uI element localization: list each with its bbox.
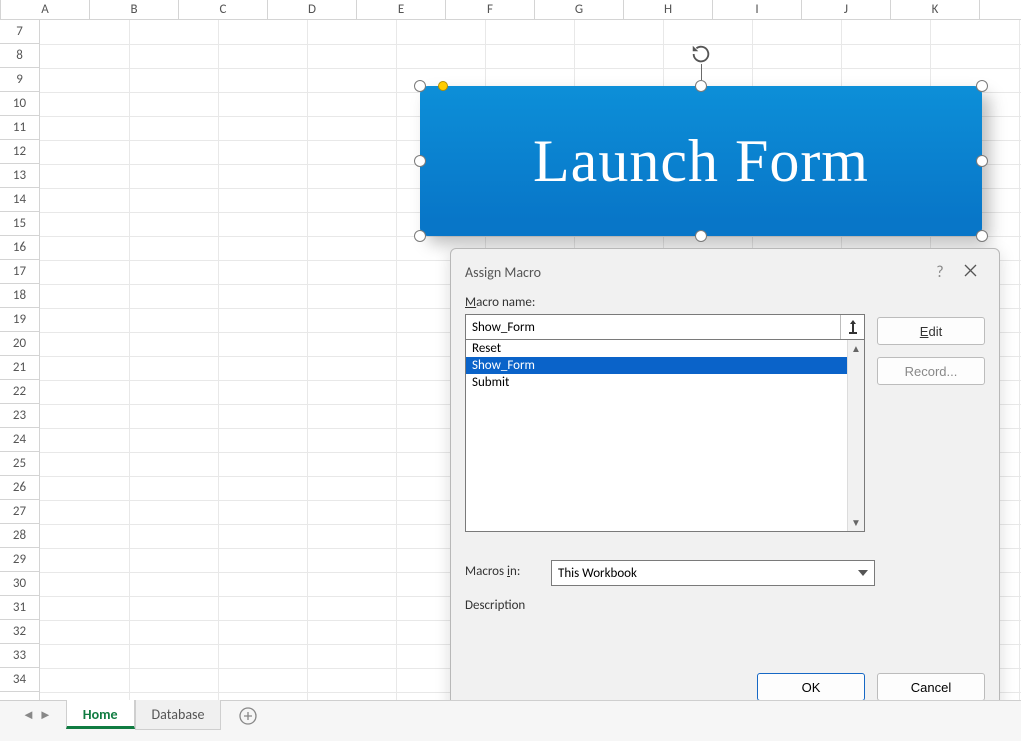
- row-header-14[interactable]: 14: [0, 188, 39, 212]
- macro-name-label: Macro name:: [465, 295, 865, 310]
- column-header-F[interactable]: F: [446, 0, 535, 19]
- scroll-up-icon[interactable]: ▲: [851, 340, 861, 357]
- resize-handle-w[interactable]: [414, 155, 426, 167]
- plus-circle-icon: [239, 707, 257, 725]
- row-header-25[interactable]: 25: [0, 452, 39, 476]
- record-button[interactable]: Record...: [877, 357, 985, 385]
- shape-label: Launch Form: [533, 127, 869, 196]
- row-header-12[interactable]: 12: [0, 140, 39, 164]
- macro-name-input[interactable]: [466, 315, 840, 339]
- row-header-32[interactable]: 32: [0, 620, 39, 644]
- column-header-D[interactable]: D: [268, 0, 357, 19]
- row-header-23[interactable]: 23: [0, 404, 39, 428]
- column-header-G[interactable]: G: [535, 0, 624, 19]
- resize-handle-se[interactable]: [976, 230, 988, 242]
- adjustment-handle[interactable]: [438, 81, 448, 91]
- row-header-24[interactable]: 24: [0, 428, 39, 452]
- ok-button[interactable]: OK: [757, 673, 865, 701]
- resize-handle-n[interactable]: [695, 80, 707, 92]
- column-headers: ABCDEFGHIJKL: [0, 0, 1021, 20]
- macros-in-label: Macros in:: [465, 564, 539, 579]
- row-header-26[interactable]: 26: [0, 476, 39, 500]
- row-header-10[interactable]: 10: [0, 92, 39, 116]
- macro-item-show_form[interactable]: Show_Form: [466, 357, 847, 374]
- row-header-8[interactable]: 8: [0, 44, 39, 68]
- edit-button[interactable]: Edit: [877, 317, 985, 345]
- macro-list-scrollbar[interactable]: ▲ ▼: [847, 340, 864, 531]
- rotate-handle[interactable]: [689, 42, 713, 66]
- row-header-7[interactable]: 7: [0, 20, 39, 44]
- chevron-down-icon: [858, 570, 868, 576]
- column-header-L[interactable]: L: [980, 0, 1021, 19]
- assign-macro-dialog: Assign Macro ? Macro name: Re: [450, 248, 1000, 716]
- row-header-16[interactable]: 16: [0, 236, 39, 260]
- macro-item-reset[interactable]: Reset: [466, 340, 847, 357]
- column-header-J[interactable]: J: [802, 0, 891, 19]
- column-header-I[interactable]: I: [713, 0, 802, 19]
- column-header-B[interactable]: B: [90, 0, 179, 19]
- new-sheet-button[interactable]: [233, 703, 263, 729]
- row-header-31[interactable]: 31: [0, 596, 39, 620]
- row-header-18[interactable]: 18: [0, 284, 39, 308]
- column-header-C[interactable]: C: [179, 0, 268, 19]
- row-header-17[interactable]: 17: [0, 260, 39, 284]
- help-button[interactable]: ?: [925, 263, 955, 282]
- column-header-H[interactable]: H: [624, 0, 713, 19]
- macro-list[interactable]: ResetShow_FormSubmit: [466, 340, 847, 531]
- close-button[interactable]: [955, 263, 985, 282]
- tab-nav-next[interactable]: ►: [39, 707, 52, 723]
- column-header-K[interactable]: K: [891, 0, 980, 19]
- resize-handle-nw[interactable]: [414, 80, 426, 92]
- sheet-tab-bar: ◄ ► HomeDatabase: [0, 700, 1021, 741]
- row-header-28[interactable]: 28: [0, 524, 39, 548]
- description-label: Description: [465, 598, 985, 613]
- row-header-21[interactable]: 21: [0, 356, 39, 380]
- row-header-13[interactable]: 13: [0, 164, 39, 188]
- launch-form-shape[interactable]: Launch Form: [420, 86, 982, 236]
- sheet-tab-database[interactable]: Database: [135, 700, 222, 730]
- cancel-button[interactable]: Cancel: [877, 673, 985, 701]
- row-header-19[interactable]: 19: [0, 308, 39, 332]
- resize-handle-e[interactable]: [976, 155, 988, 167]
- row-header-34[interactable]: 34: [0, 668, 39, 692]
- spreadsheet-grid[interactable]: Launch Form Assign Macro ? Macro na: [40, 20, 1021, 700]
- row-header-20[interactable]: 20: [0, 332, 39, 356]
- column-header-A[interactable]: A: [1, 0, 90, 19]
- close-icon: [964, 264, 977, 277]
- resize-handle-ne[interactable]: [976, 80, 988, 92]
- row-header-27[interactable]: 27: [0, 500, 39, 524]
- macro-goto-button[interactable]: [840, 315, 864, 339]
- row-header-33[interactable]: 33: [0, 644, 39, 668]
- sheet-tab-home[interactable]: Home: [66, 700, 135, 729]
- resize-handle-s[interactable]: [695, 230, 707, 242]
- column-header-E[interactable]: E: [357, 0, 446, 19]
- macros-in-value: This Workbook: [558, 566, 637, 581]
- launch-form-shape-selection[interactable]: Launch Form: [420, 86, 982, 236]
- rotate-icon: [690, 43, 712, 65]
- row-header-29[interactable]: 29: [0, 548, 39, 572]
- scroll-down-icon[interactable]: ▼: [851, 514, 861, 531]
- row-header-9[interactable]: 9: [0, 68, 39, 92]
- goto-icon: [847, 320, 859, 334]
- resize-handle-sw[interactable]: [414, 230, 426, 242]
- row-header-11[interactable]: 11: [0, 116, 39, 140]
- dialog-titlebar[interactable]: Assign Macro ?: [451, 249, 999, 295]
- tab-nav-prev[interactable]: ◄: [22, 707, 35, 723]
- dialog-title-text: Assign Macro: [465, 264, 541, 281]
- row-header-22[interactable]: 22: [0, 380, 39, 404]
- macros-in-select[interactable]: This Workbook: [551, 560, 875, 586]
- row-header-30[interactable]: 30: [0, 572, 39, 596]
- sheet-tabs: HomeDatabase: [66, 701, 222, 729]
- macro-item-submit[interactable]: Submit: [466, 374, 847, 391]
- row-headers: 7891011121314151617181920212223242526272…: [0, 20, 40, 700]
- row-header-15[interactable]: 15: [0, 212, 39, 236]
